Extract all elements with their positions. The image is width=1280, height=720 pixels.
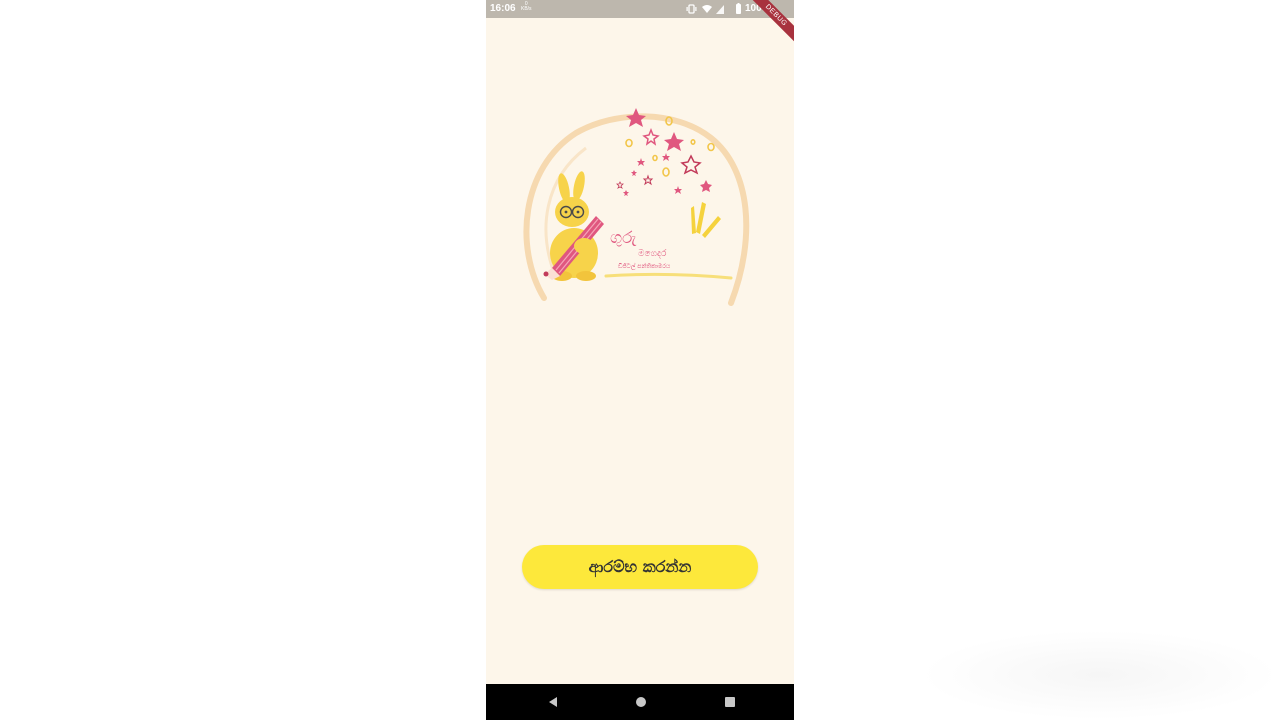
status-bar: 16:06 0 KB/s 100% bbox=[486, 0, 794, 18]
status-icons bbox=[686, 3, 741, 14]
recents-icon[interactable] bbox=[725, 697, 735, 707]
phone-screen: 16:06 0 KB/s 100% DEBUG ගුරු මගෙදර ඩිජිට… bbox=[486, 0, 794, 720]
vibrate-icon bbox=[686, 4, 697, 14]
battery-icon bbox=[736, 3, 741, 14]
logo-title-line2: මගෙදර bbox=[638, 249, 667, 259]
background-shadow bbox=[920, 630, 1280, 720]
signal-icon bbox=[716, 5, 724, 14]
stars-icon bbox=[616, 108, 712, 196]
start-button[interactable]: ආරම්භ කරන්න bbox=[522, 545, 758, 589]
bunny-arm bbox=[574, 238, 594, 254]
sparkle-icon bbox=[691, 202, 721, 238]
app-logo: ගුරු මගෙදර ඩිජිටල් පන්තිකාමරය bbox=[523, 108, 750, 306]
logo-title-line1: ගුරු bbox=[610, 228, 637, 248]
status-time: 16:06 bbox=[490, 3, 516, 14]
wifi-icon bbox=[702, 5, 712, 13]
network-speed: 0 KB/s bbox=[521, 2, 532, 12]
back-icon[interactable] bbox=[547, 696, 559, 708]
home-icon[interactable] bbox=[636, 697, 646, 707]
navigation-bar bbox=[486, 684, 794, 720]
logo-subtitle: ඩිජිටල් පන්තිකාමරය bbox=[618, 263, 671, 270]
network-speed-unit: KB/s bbox=[521, 6, 532, 12]
